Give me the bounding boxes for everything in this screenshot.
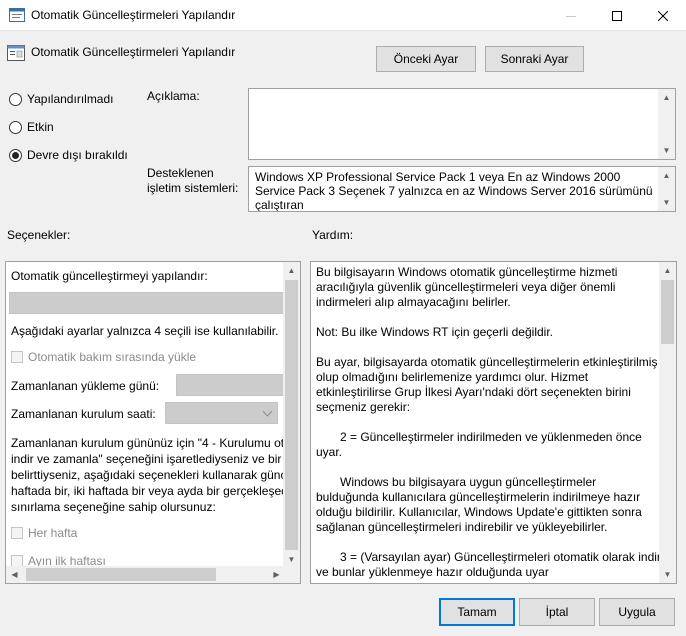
options-content: Otomatik güncelleştirmeyi yapılandır: Aş…	[6, 262, 285, 568]
window-title: Otomatik Güncelleştirmeleri Yapılandır	[31, 8, 236, 22]
chevron-down-icon	[263, 411, 272, 417]
scroll-up-icon[interactable]: ▲	[283, 262, 300, 279]
apply-button[interactable]: Uygula	[599, 598, 675, 626]
options-label: Seçenekler:	[7, 228, 71, 242]
description-label: Açıklama:	[147, 89, 200, 103]
next-setting-button[interactable]: Sonraki Ayar	[485, 46, 584, 72]
minimize-button[interactable]	[548, 0, 594, 31]
close-icon	[658, 10, 668, 21]
scroll-down-icon[interactable]: ▼	[658, 142, 675, 159]
install-time-dropdown[interactable]	[165, 402, 278, 424]
radio-label: Etkin	[27, 120, 54, 134]
supported-os-label-line2: işletim sistemleri:	[147, 181, 239, 195]
schedule-text-line4: haftada bir, iki haftada bir veya ayda b…	[11, 484, 285, 498]
checkbox-label: Otomatik bakım sırasında yükle	[28, 350, 197, 364]
supported-os-scrollbar[interactable]: ▲ ▼	[658, 167, 675, 211]
every-week-checkbox[interactable]: Her hafta	[11, 526, 77, 540]
maintenance-checkbox[interactable]: Otomatik bakım sırasında yükle	[11, 350, 196, 364]
policy-window-icon	[9, 8, 25, 22]
close-button[interactable]	[640, 0, 686, 31]
help-vscrollbar[interactable]: ▲ ▼	[659, 262, 676, 583]
help-text: Bu bilgisayarın Windows otomatik güncell…	[316, 265, 661, 583]
scroll-down-icon[interactable]: ▼	[658, 194, 675, 211]
scroll-thumb[interactable]	[285, 280, 298, 550]
previous-setting-button[interactable]: Önceki Ayar	[376, 46, 476, 72]
checkbox-label: Her hafta	[28, 526, 78, 540]
help-paragraph: 2 = Güncelleştirmeler indirilmeden ve yü…	[316, 430, 642, 459]
scroll-up-icon[interactable]: ▲	[658, 89, 675, 106]
schedule-text-line1: Zamanlanan kurulum gününüz için "4 - Kur…	[11, 436, 285, 450]
help-paragraph: Bu ayar, bilgisayarda otomatik güncelleş…	[316, 355, 658, 414]
checkbox-box[interactable]	[11, 527, 23, 539]
radio-disabled[interactable]: Devre dışı bırakıldı	[9, 148, 128, 162]
scroll-up-icon[interactable]: ▲	[659, 262, 676, 279]
supported-os-text: Windows XP Professional Service Pack 1 v…	[255, 170, 653, 212]
radio-enabled[interactable]: Etkin	[9, 120, 54, 134]
checkbox-box[interactable]	[11, 351, 23, 363]
scroll-thumb[interactable]	[661, 280, 674, 344]
scrollbar-corner	[283, 566, 300, 583]
setting-title: Otomatik Güncelleştirmeleri Yapılandır	[31, 45, 236, 59]
schedule-text-line3: belirttiyseniz, aşağıdaki seçenekleri ku…	[11, 468, 285, 482]
schedule-text-line5: sınırlama seçeneğine sahip olursunuz:	[11, 500, 216, 514]
help-paragraph: 3 = (Varsayılan ayar) Güncelleştirmeleri…	[316, 550, 661, 579]
scroll-down-icon[interactable]: ▼	[659, 566, 676, 583]
options-note: Aşağıdaki ayarlar yalnızca 4 seçili ise …	[11, 324, 279, 338]
options-panel: Otomatik güncelleştirmeyi yapılandır: Aş…	[5, 261, 301, 584]
title-bar: Otomatik Güncelleştirmeleri Yapılandır	[0, 0, 686, 31]
description-scrollbar[interactable]: ▲ ▼	[658, 89, 675, 159]
configure-updates-dropdown[interactable]	[9, 292, 285, 314]
scroll-left-icon[interactable]: ◀	[6, 566, 23, 583]
maximize-icon	[612, 10, 622, 21]
radio-selected-dot	[12, 151, 19, 159]
radio-circle[interactable]	[9, 148, 22, 162]
description-field[interactable]: ▲ ▼	[248, 88, 676, 160]
ok-button[interactable]: Tamam	[439, 598, 515, 626]
configure-updates-label: Otomatik güncelleştirmeyi yapılandır:	[11, 269, 208, 283]
radio-label: Devre dışı bırakıldı	[27, 148, 128, 162]
options-vscrollbar[interactable]: ▲ ▼	[283, 262, 300, 568]
help-paragraph: Not: Bu ilke Windows RT için geçerli değ…	[316, 325, 553, 339]
supported-os-field[interactable]: Windows XP Professional Service Pack 1 v…	[248, 166, 676, 212]
help-panel: Bu bilgisayarın Windows otomatik güncell…	[310, 261, 677, 584]
scroll-thumb[interactable]	[26, 568, 216, 581]
maximize-button[interactable]	[594, 0, 640, 31]
radio-circle[interactable]	[9, 92, 22, 106]
minimize-icon	[566, 15, 576, 17]
options-hscrollbar[interactable]: ◀ ▶	[6, 566, 285, 583]
radio-label: Yapılandırılmadı	[27, 92, 114, 106]
help-paragraph: Bu bilgisayarın Windows otomatik güncell…	[316, 265, 618, 309]
cancel-button[interactable]: İptal	[519, 598, 595, 626]
scroll-up-icon[interactable]: ▲	[658, 167, 675, 184]
help-label: Yardım:	[312, 228, 354, 242]
schedule-text-line2: indir ve zamanla" seçeneğini işaretlediy…	[11, 452, 285, 466]
supported-os-label-line1: Desteklenen	[147, 166, 214, 180]
radio-circle[interactable]	[9, 120, 22, 134]
policy-setting-icon	[7, 45, 25, 61]
install-time-label: Zamanlanan kurulum saati:	[11, 407, 156, 421]
install-day-label: Zamanlanan yükleme günü:	[11, 379, 160, 393]
radio-not-configured[interactable]: Yapılandırılmadı	[9, 92, 114, 106]
install-day-dropdown[interactable]	[176, 374, 285, 396]
help-paragraph: Windows bu bilgisayara uygun güncelleşti…	[316, 475, 642, 534]
